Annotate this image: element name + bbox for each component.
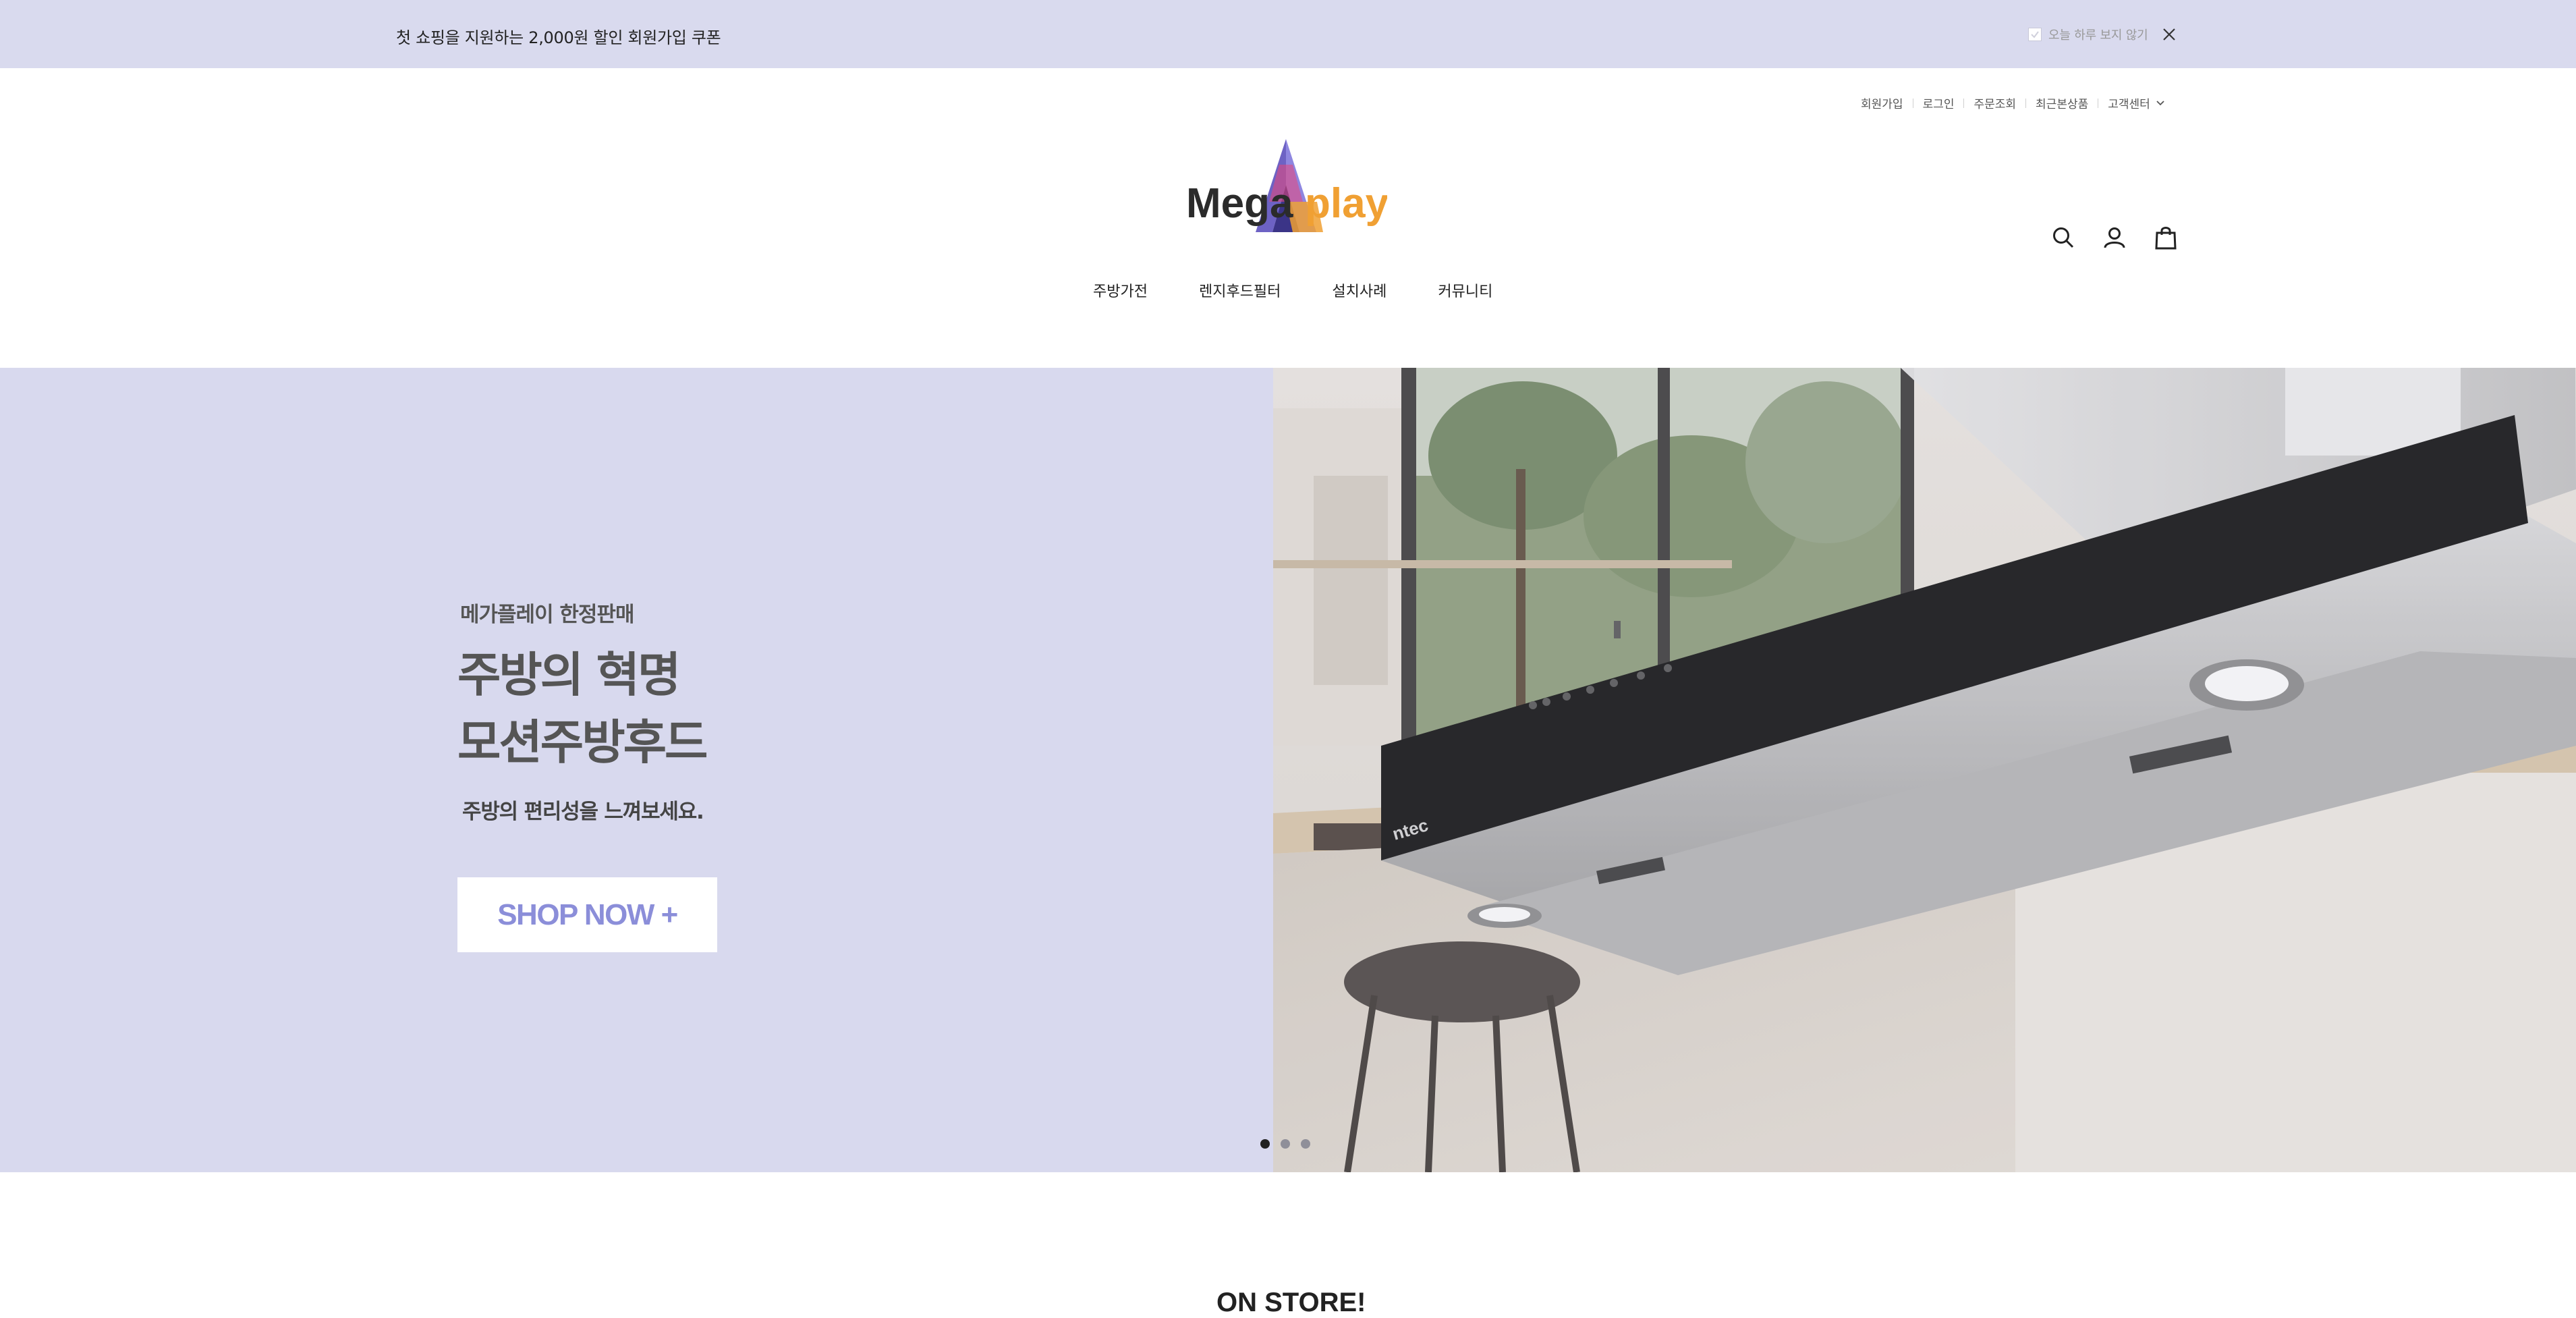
- divider: [2025, 98, 2027, 108]
- utility-nav: 회원가입 로그인 주문조회 최근본상품 고객센터: [1861, 94, 2165, 111]
- hero-image: ntec: [1273, 368, 2576, 1172]
- logo-text-play: play: [1305, 180, 1387, 227]
- dismiss-label[interactable]: 오늘 하루 보지 않기: [2048, 26, 2148, 43]
- search-icon: [2053, 227, 2074, 248]
- promo-banner: 첫 쇼핑을 지원하는 2,000원 할인 회원가입 쿠폰 오늘 하루 보지 않기: [0, 0, 2576, 68]
- hero-title: 주방의 혁명 모션주방후드: [457, 641, 708, 776]
- hero-slider[interactable]: 메가플레이 한정판매 주방의 혁명 모션주방후드 주방의 편리성을 느껴보세요.…: [0, 368, 2576, 1172]
- hero-kicker: 메가플레이 한정판매: [460, 603, 634, 627]
- search-button[interactable]: [2051, 225, 2075, 250]
- slide-dot[interactable]: [1281, 1139, 1290, 1149]
- cart-button[interactable]: [2154, 225, 2178, 250]
- slide-dot[interactable]: [1260, 1139, 1270, 1149]
- nav-installation-cases[interactable]: 설치사례: [1332, 279, 1387, 301]
- main-nav: 주방가전 렌지후드필터 설치사례 커뮤니티: [1093, 279, 1492, 301]
- slide-dot[interactable]: [1301, 1139, 1310, 1149]
- nav-kitchen-appliances[interactable]: 주방가전: [1093, 279, 1148, 301]
- check-icon: [2031, 31, 2039, 38]
- header-actions: [2051, 225, 2178, 250]
- dismiss-today[interactable]: 오늘 하루 보지 않기: [2028, 26, 2148, 43]
- util-signup-link[interactable]: 회원가입: [1861, 94, 1903, 111]
- promo-text[interactable]: 첫 쇼핑을 지원하는 2,000원 할인 회원가입 쿠폰: [396, 24, 721, 48]
- divider: [1963, 98, 1965, 108]
- util-login-link[interactable]: 로그인: [1923, 94, 1955, 111]
- chevron-down-icon[interactable]: [2156, 100, 2165, 107]
- section-title: ON STORE!: [1216, 1288, 1366, 1317]
- hero-title-line: 주방의 혁명: [457, 647, 681, 703]
- shop-now-button[interactable]: SHOP NOW +: [457, 877, 717, 952]
- dismiss-checkbox[interactable]: [2028, 28, 2042, 41]
- nav-community[interactable]: 커뮤니티: [1438, 279, 1492, 301]
- user-icon: [2104, 227, 2125, 248]
- util-recent-items-link[interactable]: 최근본상품: [2036, 94, 2088, 111]
- util-order-lookup-link[interactable]: 주문조회: [1973, 94, 2016, 111]
- logo[interactable]: Mega play: [1185, 138, 1387, 243]
- close-icon[interactable]: [2162, 27, 2177, 42]
- account-button[interactable]: [2102, 225, 2127, 250]
- shopping-bag-icon: [2155, 227, 2177, 250]
- logo-text-mega: Mega: [1186, 180, 1293, 227]
- hero-title-line: 모션주방후드: [457, 715, 708, 770]
- hero-subtitle: 주방의 편리성을 느껴보세요.: [462, 800, 704, 824]
- nav-range-hood-filter[interactable]: 렌지후드필터: [1199, 279, 1281, 301]
- util-customer-center-link[interactable]: 고객센터: [2108, 94, 2150, 111]
- slider-pagination: [1260, 1139, 1310, 1149]
